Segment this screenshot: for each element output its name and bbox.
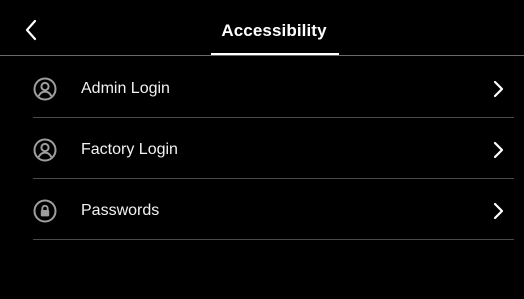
chevron-right-icon [492,140,506,160]
menu-item-label: Factory Login [81,141,178,158]
menu-item-factory-login[interactable]: Factory Login [0,118,524,179]
user-circle-icon [33,77,57,101]
menu-item-label: Passwords [81,202,160,219]
menu-item-passwords[interactable]: Passwords [0,179,524,240]
header-divider [0,55,524,56]
menu-item-label: Admin Login [81,80,170,97]
row-divider [33,239,514,240]
user-circle-icon [33,138,57,162]
lock-circle-icon [33,199,57,223]
chevron-right-icon [492,79,506,99]
header-bar: Accessibility [0,0,524,56]
chevron-right-icon [492,201,506,221]
page-title: Accessibility [221,21,327,40]
menu-item-admin-login[interactable]: Admin Login [0,57,524,118]
settings-menu: Admin Login Factory Login Passwords [0,57,524,240]
